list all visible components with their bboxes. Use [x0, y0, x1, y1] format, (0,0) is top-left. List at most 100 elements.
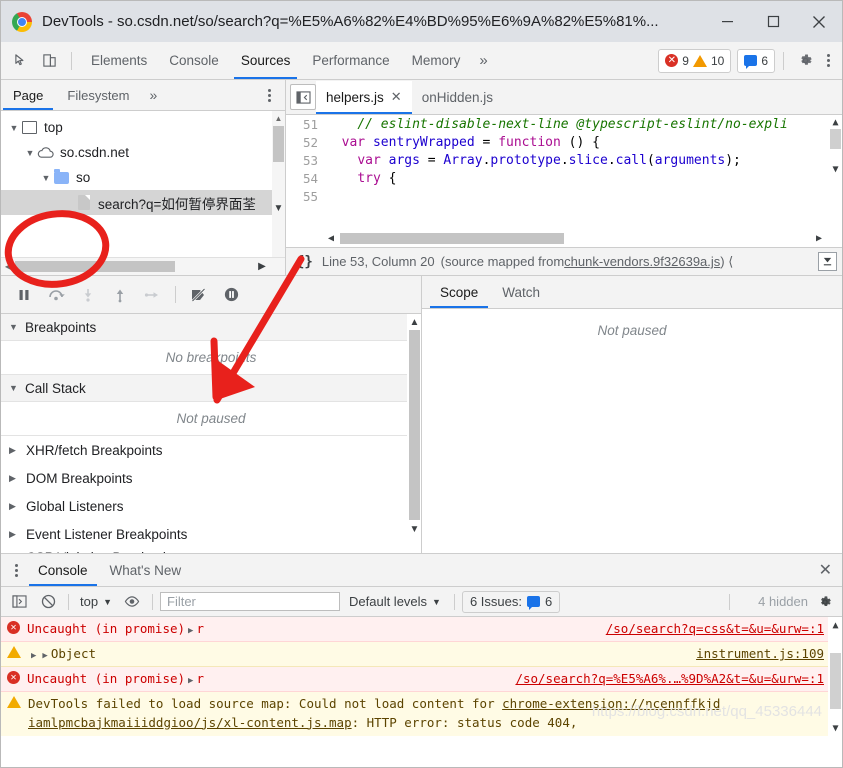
expand-arrow-icon[interactable]: ▶ [188, 676, 193, 686]
gear-icon[interactable] [814, 591, 836, 613]
navigator-vertical-scrollbar[interactable]: ▲ ▼ [272, 111, 285, 257]
execution-context-selector[interactable]: top ▼ [76, 594, 116, 609]
editor-vertical-scrollbar[interactable]: ▲ ▼ [828, 115, 842, 247]
editor-horizontal-scrollbar[interactable]: ◀ ▶ [324, 230, 828, 247]
step-out-icon[interactable] [105, 281, 135, 309]
scroll-right-icon[interactable]: ▶ [812, 233, 826, 244]
scroll-down-icon[interactable]: ▼ [830, 163, 841, 175]
console-message-row[interactable]: DevTools failed to load source map: Coul… [1, 692, 842, 736]
tab-memory[interactable]: Memory [401, 43, 472, 79]
editor-hscroll-thumb[interactable] [340, 233, 564, 244]
console-scroll-thumb[interactable] [830, 653, 841, 709]
navigator-menu-icon[interactable] [259, 82, 279, 108]
scroll-up-icon[interactable]: ▲ [830, 619, 841, 631]
pause-on-exceptions-icon[interactable] [216, 281, 246, 309]
debugger-scroll-thumb[interactable] [409, 330, 420, 520]
close-icon[interactable]: ✕ [391, 89, 402, 105]
tab-sources[interactable]: Sources [230, 43, 302, 79]
console-message-list[interactable]: ✕ Uncaught (in promise) ▶ r /so/search?q=c… [1, 617, 842, 736]
search-input[interactable]: Filter [160, 592, 340, 611]
kebab-menu-icon[interactable] [818, 48, 838, 74]
source-link[interactable]: /so/search?q=%E5%A6%.…%9D%A2&t=&u=&urw=:… [515, 671, 824, 686]
section-header-breakpoints[interactable]: ▼ Breakpoints [1, 314, 421, 341]
debugger-vertical-scrollbar[interactable]: ▲ ▼ [407, 314, 421, 553]
chevron-down-icon[interactable]: ▼ [7, 123, 21, 133]
tree-item-so-folder[interactable]: ▼ so [1, 165, 285, 190]
navigator-scroll-thumb[interactable] [273, 126, 284, 162]
section-header-dom-breakpoints[interactable]: ▶ DOM Breakpoints [1, 464, 421, 492]
chevron-down-icon[interactable]: ▼ [23, 148, 37, 158]
section-header-xhr-fetch-breakpoints[interactable]: ▶ XHR/fetch Breakpoints [1, 436, 421, 464]
source-map-dropdown-button[interactable] [818, 252, 837, 271]
step-into-icon[interactable] [73, 281, 103, 309]
console-message-row[interactable]: ✕ Uncaught (in promise) ▶ r /so/search?q=%… [1, 667, 842, 693]
tree-item-search-document[interactable]: search?q=如何暂停界面荃 [1, 190, 285, 215]
section-header-call-stack[interactable]: ▼ Call Stack [1, 375, 421, 402]
source-map-link[interactable]: chunk-vendors.9f32639a.js [564, 254, 720, 269]
collapse-sidebar-icon[interactable] [290, 84, 316, 110]
source-link[interactable]: /so/search?q=css&t=&u=&urw=:1 [606, 621, 824, 636]
log-levels-selector[interactable]: Default levels ▼ [343, 594, 447, 609]
scroll-up-icon[interactable]: ▲ [273, 112, 284, 124]
scroll-right-icon[interactable]: ▶ [255, 261, 269, 272]
expand-arrow-icon[interactable]: ▶ [188, 626, 193, 636]
nav-more-tabs-icon[interactable]: » [142, 87, 166, 103]
scroll-left-icon[interactable]: ◀ [324, 233, 338, 244]
scroll-down-icon[interactable]: ▼ [273, 202, 284, 214]
more-tabs-icon[interactable]: » [471, 52, 495, 69]
inline-link-2[interactable]: iamlpmcbajkmaiiiddgioo/js/xl-content.js.… [28, 715, 352, 730]
issues-badge[interactable]: 6 [737, 48, 775, 73]
drawer-menu-icon[interactable] [5, 557, 27, 583]
drawer-tab-whats-new[interactable]: What's New [99, 555, 193, 586]
nav-tab-page[interactable]: Page [1, 81, 55, 110]
pause-icon[interactable] [9, 281, 39, 309]
scroll-up-icon[interactable]: ▲ [830, 116, 841, 128]
scroll-down-icon[interactable]: ▼ [830, 722, 841, 734]
step-icon[interactable] [137, 281, 167, 309]
minimize-button[interactable] [704, 1, 750, 42]
error-warning-counts[interactable]: ✕ 9 10 [658, 48, 732, 73]
tab-scope[interactable]: Scope [428, 277, 490, 308]
close-button[interactable] [796, 1, 842, 42]
nav-tab-filesystem[interactable]: Filesystem [55, 81, 141, 110]
section-header-global-listeners[interactable]: ▶ Global Listeners [1, 492, 421, 520]
clear-console-icon[interactable] [35, 590, 61, 614]
pretty-print-icon[interactable]: {} [286, 254, 322, 270]
expand-arrow-icon-2[interactable]: ▶ [42, 651, 47, 661]
inspect-cursor-icon[interactable] [7, 48, 35, 74]
device-toolbar-icon[interactable] [35, 48, 63, 74]
section-header-event-listener-breakpoints[interactable]: ▶ Event Listener Breakpoints [1, 520, 421, 548]
deactivate-breakpoints-icon[interactable] [184, 281, 214, 309]
source-link[interactable]: instrument.js:109 [696, 646, 824, 661]
console-sidebar-icon[interactable] [6, 590, 32, 614]
console-message-row[interactable]: ▶ ▶ Object instrument.js:109 [1, 642, 842, 668]
live-expression-icon[interactable] [119, 590, 145, 614]
tab-watch[interactable]: Watch [490, 277, 552, 308]
tab-elements[interactable]: Elements [80, 43, 158, 79]
gear-icon[interactable] [792, 48, 818, 74]
section-header-csp-violation-breakpoints[interactable]: ▶ CSP Violation Breakpoints [1, 548, 421, 553]
editor-scroll-thumb[interactable] [830, 129, 841, 149]
step-over-icon[interactable] [41, 281, 71, 309]
tab-console[interactable]: Console [158, 43, 230, 79]
expand-arrow-icon[interactable]: ▶ [31, 651, 36, 661]
tree-item-so-csdn-net[interactable]: ▼ so.csdn.net [1, 140, 285, 165]
source-code-view[interactable]: 51 // eslint-disable-next-line @typescri… [286, 115, 842, 247]
console-vertical-scrollbar[interactable]: ▲ ▼ [828, 617, 842, 736]
navigator-horizontal-scrollbar[interactable]: ◀ ▶ [1, 257, 285, 275]
console-message-row[interactable]: ✕ Uncaught (in promise) ▶ r /so/search?q=c… [1, 617, 842, 643]
navigator-hscroll-thumb[interactable] [15, 261, 175, 272]
drawer-tab-console[interactable]: Console [27, 555, 99, 586]
issues-button[interactable]: 6 Issues: 6 [461, 590, 561, 613]
scroll-left-icon[interactable]: ◀ [1, 262, 15, 271]
tree-item-top[interactable]: ▼ top [1, 115, 285, 140]
scroll-up-icon[interactable]: ▲ [409, 316, 420, 328]
close-icon[interactable]: ✕ [819, 560, 832, 580]
tab-performance[interactable]: Performance [301, 43, 400, 79]
inline-link[interactable]: chrome-extension://ncennffkjd [502, 696, 720, 711]
editor-tab-helpers-js[interactable]: helpers.js ✕ [316, 80, 412, 114]
scroll-down-icon[interactable]: ▼ [409, 523, 420, 535]
editor-tab-onhidden-js[interactable]: onHidden.js [411, 80, 503, 114]
maximize-button[interactable] [750, 1, 796, 42]
chevron-down-icon[interactable]: ▼ [39, 173, 53, 183]
